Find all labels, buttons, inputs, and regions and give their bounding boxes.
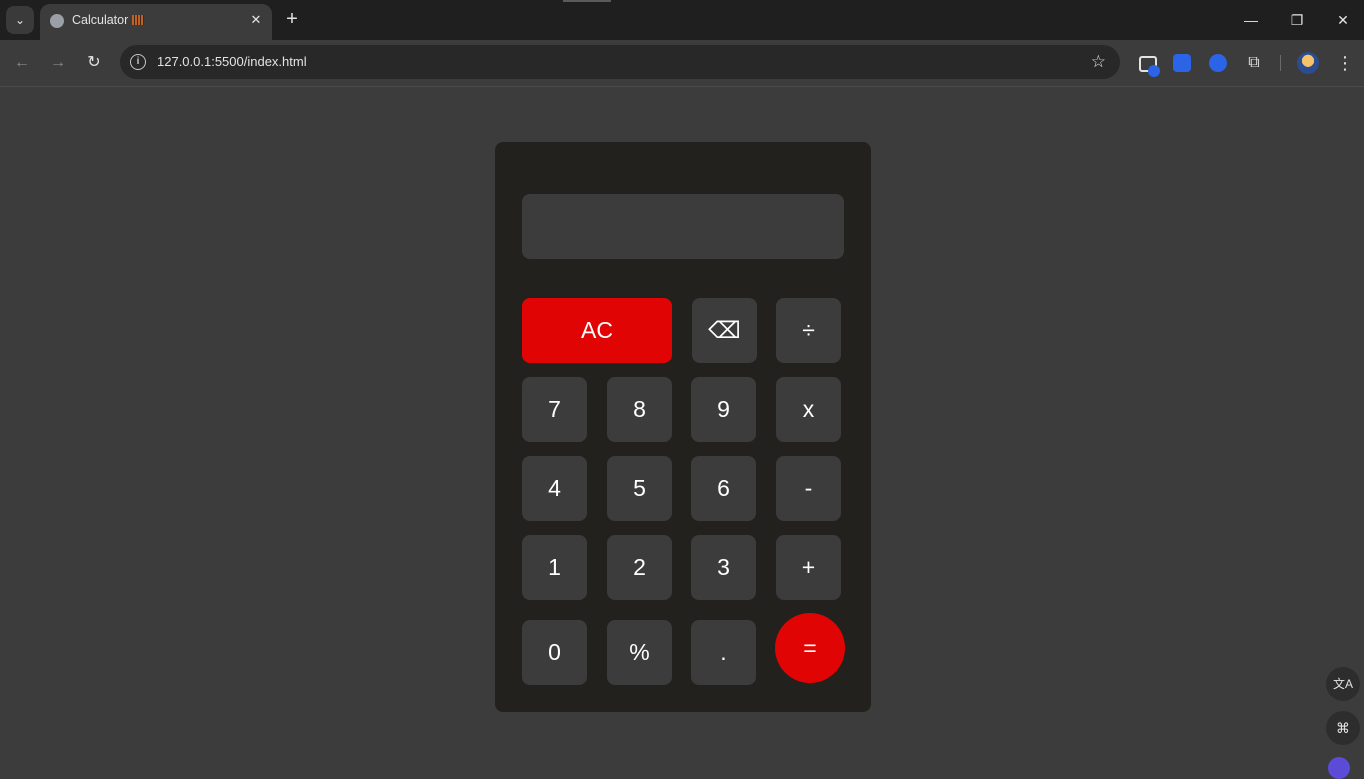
- translate-icon[interactable]: 文A: [1326, 667, 1360, 701]
- back-button[interactable]: ←: [11, 52, 33, 74]
- toolbar-divider: [1280, 55, 1281, 71]
- digit-2-button[interactable]: 2: [607, 535, 672, 600]
- digit-4-button[interactable]: 4: [522, 456, 587, 521]
- tab-groups-badge: [1148, 65, 1160, 77]
- reload-button[interactable]: ↻: [83, 52, 105, 74]
- pause-extension-icon[interactable]: [1209, 54, 1227, 72]
- address-bar[interactable]: i 127.0.0.1:5500/index.html ☆: [120, 45, 1120, 79]
- calculator: AC ⌫ ÷ 7 8 9 x 4 5 6 - 1 2 3 + 0 % . =: [495, 142, 871, 712]
- clear-all-button[interactable]: AC: [522, 298, 672, 363]
- digit-6-button[interactable]: 6: [691, 456, 756, 521]
- digit-8-button[interactable]: 8: [607, 377, 672, 442]
- tabstrip-drag-handle: [563, 0, 611, 2]
- plus-button[interactable]: +: [776, 535, 841, 600]
- assistant-bubble-icon[interactable]: [1328, 757, 1350, 779]
- restore-button[interactable]: ❐: [1274, 0, 1320, 40]
- digit-1-button[interactable]: 1: [522, 535, 587, 600]
- digit-7-button[interactable]: 7: [522, 377, 587, 442]
- bookmark-star-icon[interactable]: ☆: [1091, 52, 1106, 72]
- extensions-puzzle-icon[interactable]: ⧉: [1245, 54, 1263, 72]
- browser-toolbar: ← → ↻ i 127.0.0.1:5500/index.html ☆ ⧉ ⋮: [0, 40, 1364, 87]
- digit-5-button[interactable]: 5: [607, 456, 672, 521]
- abacus-icon: [132, 15, 145, 25]
- site-info-icon[interactable]: i: [130, 54, 146, 70]
- percent-button[interactable]: %: [607, 620, 672, 685]
- minus-button[interactable]: -: [776, 456, 841, 521]
- calculator-display: [522, 194, 844, 259]
- multiply-button[interactable]: x: [776, 377, 841, 442]
- forward-button[interactable]: →: [47, 52, 69, 74]
- close-window-button[interactable]: ✕: [1320, 0, 1364, 40]
- equals-button[interactable]: =: [775, 613, 845, 683]
- digit-9-button[interactable]: 9: [691, 377, 756, 442]
- bookmark-extension-icon[interactable]: [1173, 54, 1191, 72]
- digit-0-button[interactable]: 0: [522, 620, 587, 685]
- globe-icon: [50, 14, 64, 28]
- tab-calculator[interactable]: Calculator ✕: [40, 4, 272, 40]
- browser-menu-icon[interactable]: ⋮: [1336, 52, 1354, 74]
- decimal-button[interactable]: .: [691, 620, 756, 685]
- divide-button[interactable]: ÷: [776, 298, 841, 363]
- profile-avatar[interactable]: [1297, 52, 1319, 74]
- backspace-button[interactable]: ⌫: [692, 298, 757, 363]
- tab-title: Calculator: [72, 13, 145, 27]
- tab-search-button[interactable]: ⌄: [6, 6, 34, 34]
- browser-tabstrip: ⌄ Calculator ✕ + — ❐ ✕: [0, 0, 1364, 40]
- new-tab-button[interactable]: +: [282, 9, 302, 29]
- digit-3-button[interactable]: 3: [691, 535, 756, 600]
- tab-close-icon[interactable]: ✕: [248, 12, 264, 28]
- url-text[interactable]: 127.0.0.1:5500/index.html: [157, 54, 307, 69]
- apps-grid-icon[interactable]: ⌘: [1326, 711, 1360, 745]
- minimize-button[interactable]: —: [1228, 0, 1274, 40]
